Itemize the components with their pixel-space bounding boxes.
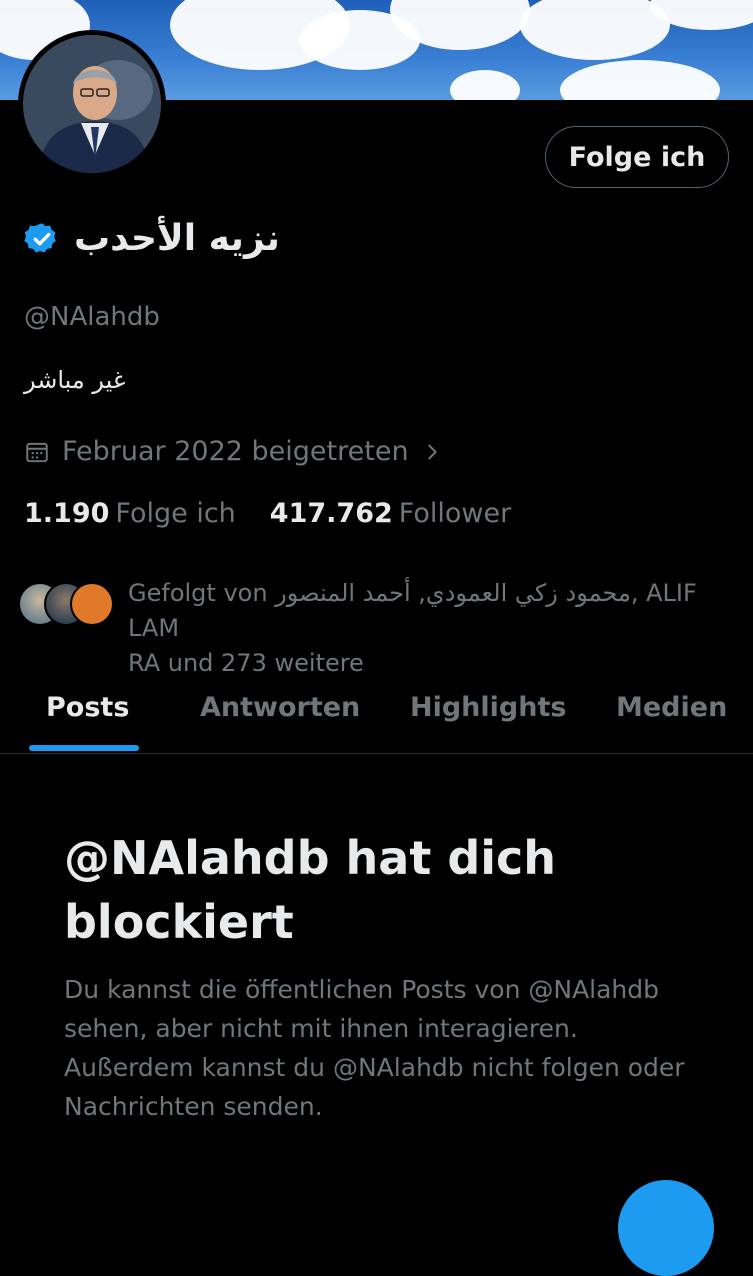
following-stat[interactable]: 1.190 Folge ich xyxy=(24,498,236,529)
followed-by-line: Gefolgt von محمود زكي العمودي, أحمد المن… xyxy=(128,579,697,642)
tab-antworten[interactable]: Antworten xyxy=(200,692,360,723)
blocked-title: @NAlahdb hat dich blockiert xyxy=(64,831,557,949)
follow-stats: 1.190 Folge ich 417.762 Follower xyxy=(24,498,511,529)
follow-button[interactable]: Folge ich xyxy=(545,126,729,188)
active-tab-indicator xyxy=(29,745,139,751)
display-name-row: نزيه الأحدب xyxy=(24,218,280,259)
blocked-description: Du kannst die öffentlichen Posts von @NA… xyxy=(64,975,685,1121)
calendar-icon xyxy=(26,442,48,462)
profile-bio: غير مباشر xyxy=(24,366,126,394)
tab-highlights[interactable]: Highlights xyxy=(410,692,566,723)
following-count: 1.190 xyxy=(24,498,110,529)
followed-by-text: Gefolgt von محمود زكي العمودي, أحمد المن… xyxy=(128,576,730,681)
followers-stat[interactable]: 417.762 Follower xyxy=(270,498,511,529)
join-date-label: Februar 2022 beigetreten xyxy=(62,436,409,467)
followers-count: 417.762 xyxy=(269,498,393,529)
mutual-followers-avatars xyxy=(18,576,114,626)
tab-medien[interactable]: Medien xyxy=(616,692,727,723)
user-handle: @NAlahdb xyxy=(24,302,160,332)
following-label: Folge ich xyxy=(115,498,236,529)
compose-button[interactable] xyxy=(618,1180,714,1276)
display-name: نزيه الأحدب xyxy=(74,218,280,259)
profile-tabs: Posts Antworten Highlights Medien xyxy=(0,668,753,754)
profile-avatar[interactable] xyxy=(18,30,166,178)
chevron-right-icon xyxy=(427,444,437,459)
join-date[interactable]: Februar 2022 beigetreten xyxy=(24,436,443,467)
followers-label: Follower xyxy=(398,498,512,529)
avatar xyxy=(70,582,114,626)
verified-badge-icon[interactable] xyxy=(24,221,60,257)
avatar-photo xyxy=(23,35,161,173)
followed-by[interactable]: Gefolgt von محمود زكي العمودي, أحمد المن… xyxy=(18,576,730,681)
tab-posts[interactable]: Posts xyxy=(46,692,129,723)
